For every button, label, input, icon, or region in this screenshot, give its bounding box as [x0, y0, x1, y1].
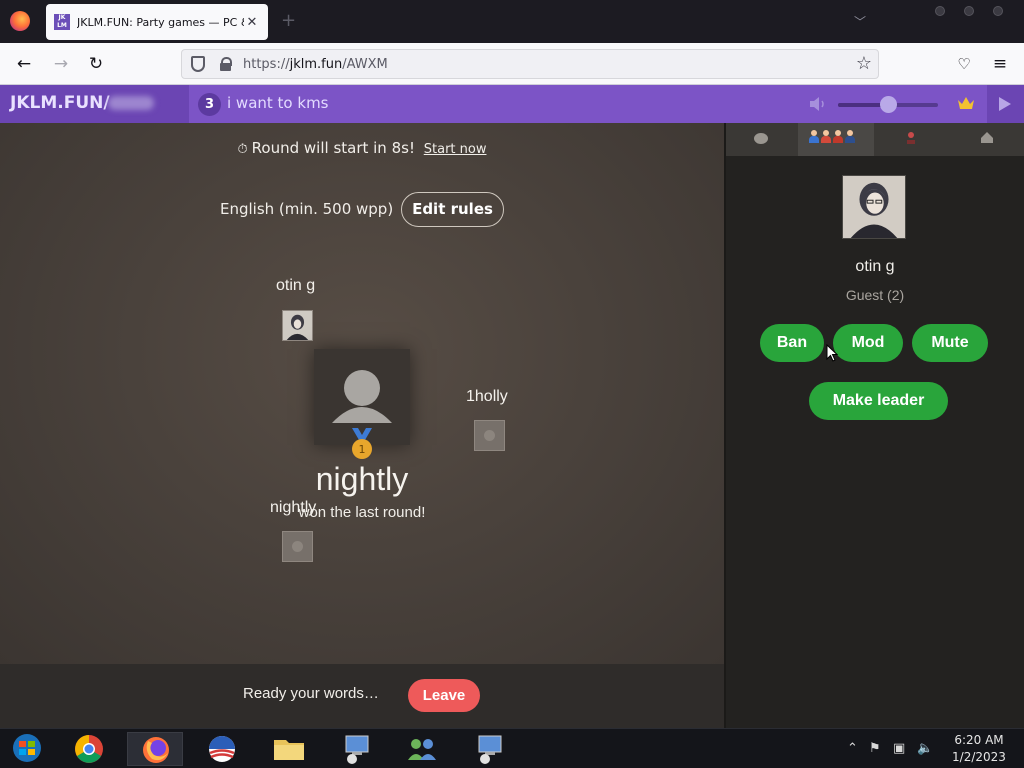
taskbar-obama-app[interactable]	[194, 732, 250, 766]
player-name-1holly: 1holly	[466, 388, 508, 405]
players-group-icon[interactable]	[809, 130, 855, 144]
medal-number: 1	[359, 443, 366, 456]
ban-button[interactable]: Ban	[760, 324, 824, 362]
window-maximize-button[interactable]	[964, 6, 974, 16]
redacted-room-code	[108, 96, 154, 110]
person-icon	[845, 130, 855, 144]
taskbar-chrome[interactable]	[61, 732, 117, 766]
round-message: Round will start in 8s!	[251, 139, 415, 157]
person-icon	[833, 130, 843, 144]
browser-tab-jklm[interactable]: JK LM JKLM.FUN: Party games — PC & mobil…	[46, 4, 268, 40]
edit-rules-button[interactable]: Edit rules	[401, 192, 504, 227]
url-text[interactable]: https://jklm.fun/AWXM	[243, 57, 388, 72]
taskbar-network-app-2[interactable]	[394, 732, 450, 766]
hamburger-menu-icon[interactable]: ≡	[989, 53, 1011, 75]
bookmark-star-icon[interactable]: ☆	[856, 53, 872, 74]
list-all-tabs-chevron-icon[interactable]: ﹀	[854, 13, 866, 30]
winner-name: nightly	[315, 461, 409, 497]
back-arrow-icon[interactable]: ←	[13, 53, 35, 75]
stopwatch-icon: ⏱	[237, 142, 248, 157]
users-network-icon	[408, 739, 436, 760]
address-bar[interactable]: https://jklm.fun/AWXM ☆	[181, 49, 879, 79]
mouse-cursor-icon	[826, 344, 838, 362]
url-prefix: https://	[243, 56, 290, 72]
volume-slider-handle[interactable]	[879, 96, 897, 113]
room-header-bar: JKLM.FUN/ 3 i want to kms	[0, 85, 1024, 123]
tray-overflow-chevron-icon[interactable]: ⌃	[847, 741, 858, 756]
action-center-flag-icon[interactable]: ⚑	[869, 741, 881, 756]
taskbar-network-app-1[interactable]	[328, 732, 384, 766]
new-tab-plus-icon[interactable]: +	[281, 11, 296, 31]
url-path: /AWXM	[342, 56, 388, 72]
tracking-protection-shield-icon[interactable]	[191, 56, 205, 72]
person-icon	[809, 130, 819, 144]
forward-arrow-icon[interactable]: →	[50, 53, 72, 75]
make-leader-button[interactable]: Make leader	[809, 382, 948, 420]
ready-status-text: Ready your words…	[243, 685, 379, 702]
person-icon	[821, 130, 831, 144]
taskbar-network-app-3[interactable]	[461, 732, 517, 766]
gold-medal-icon: 1	[352, 428, 372, 459]
player-count-badge: 3	[198, 93, 221, 116]
player-avatar-nightly[interactable]	[282, 531, 313, 562]
home-icon[interactable]	[980, 131, 994, 144]
lock-icon[interactable]	[220, 57, 232, 71]
pocket-icon[interactable]: ♡	[953, 53, 975, 75]
player-avatar-otin-g[interactable]	[282, 310, 313, 341]
taskbar-clock[interactable]: 6:20 AM 1/2/2023	[940, 732, 1018, 766]
room-name: i want to kms	[227, 94, 329, 112]
player-name-otin-g: otin g	[276, 277, 316, 294]
start-orb-icon[interactable]	[10, 732, 44, 764]
speaker-volume-icon[interactable]	[808, 95, 828, 113]
tab-title: JKLM.FUN: Party games — PC & mobile	[77, 15, 244, 29]
firefox-menu-icon[interactable]	[10, 11, 30, 31]
folder-icon	[274, 740, 304, 760]
site-name[interactable]: JKLM.FUN/	[10, 93, 110, 113]
play-triangle-icon[interactable]	[999, 97, 1011, 111]
clock-date: 1/2/2023	[952, 750, 1006, 764]
crown-icon[interactable]	[956, 95, 976, 111]
network-icon[interactable]: ▣	[893, 741, 905, 756]
browser-tab-strip: JK LM JKLM.FUN: Party games — PC & mobil…	[0, 0, 1024, 43]
taskbar-file-explorer[interactable]	[261, 732, 317, 766]
figure-settings-icon[interactable]	[906, 131, 916, 145]
player-avatar-1holly[interactable]	[474, 420, 505, 451]
firefox-icon	[143, 737, 169, 763]
start-now-link[interactable]: Start now	[424, 142, 487, 157]
window-minimize-button[interactable]	[935, 6, 945, 16]
chrome-icon	[75, 735, 103, 763]
profile-name: otin g	[855, 258, 895, 275]
winner-message: won the last round!	[298, 504, 426, 521]
round-countdown: ⏱ Round will start in 8s! Start now	[0, 139, 724, 157]
taskbar-firefox[interactable]	[127, 732, 183, 766]
chat-bubble-icon[interactable]	[754, 133, 768, 144]
computer-network-icon	[345, 735, 369, 764]
computer-network-icon	[478, 735, 502, 764]
navigation-toolbar: ← → ↻ https://jklm.fun/AWXM ☆ ♡ ≡	[0, 43, 1024, 85]
profile-avatar	[842, 175, 906, 239]
jklm-favicon-icon: JK LM	[54, 14, 70, 30]
window-close-button[interactable]	[993, 6, 1003, 16]
leave-button[interactable]: Leave	[408, 679, 480, 712]
volume-icon[interactable]: 🔈	[917, 741, 933, 756]
profile-role: Guest (2)	[845, 287, 905, 303]
clock-time: 6:20 AM	[954, 733, 1004, 747]
url-domain: jklm.fun	[289, 56, 343, 72]
campaign-logo-icon	[209, 736, 235, 762]
reload-icon[interactable]: ↻	[85, 53, 107, 75]
mod-button[interactable]: Mod	[833, 324, 903, 362]
rules-summary: English (min. 500 wpp)	[220, 200, 394, 218]
mute-button[interactable]: Mute	[912, 324, 988, 362]
tab-close-icon[interactable]: ✕	[244, 15, 260, 30]
